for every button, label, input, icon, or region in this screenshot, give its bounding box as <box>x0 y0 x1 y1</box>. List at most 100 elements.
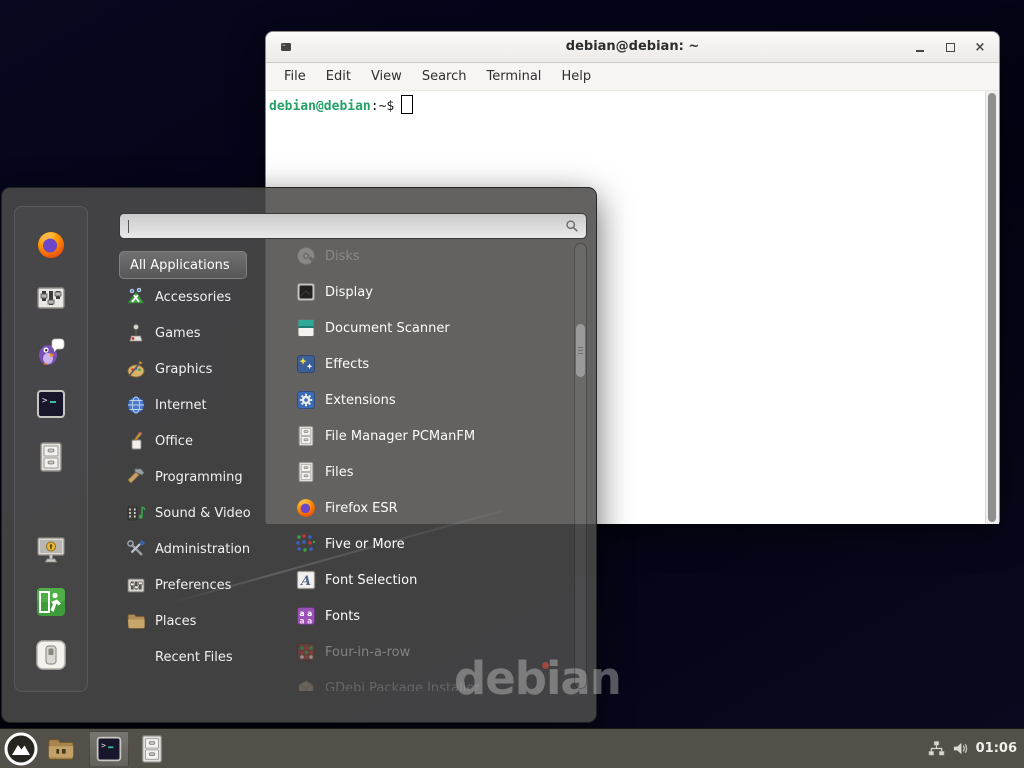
office-icon <box>126 431 146 451</box>
application-list-viewport: Disks Display Document Scanner Effects Exten… <box>282 241 575 691</box>
taskbar-files-button[interactable] <box>135 732 169 766</box>
search-icon <box>565 219 579 233</box>
settings-sliders-icon <box>35 282 67 314</box>
close-button[interactable]: × <box>973 40 987 54</box>
terminal-app-icon: > <box>95 735 123 763</box>
tray-icons <box>928 740 969 757</box>
menubar-item-view[interactable]: View <box>361 69 412 84</box>
lock-screen-icon <box>35 533 67 565</box>
menu-scrollbar-thumb[interactable] <box>576 324 585 377</box>
terminal-cursor <box>401 95 413 114</box>
category-programming[interactable]: Programming <box>119 459 283 495</box>
menubar-item-file[interactable]: File <box>274 69 316 84</box>
category-label: Programming <box>155 470 243 485</box>
category-places[interactable]: Places <box>119 603 283 639</box>
menubar-item-help[interactable]: Help <box>551 69 601 84</box>
app-four-in-a-row[interactable]: Four-in-a-row <box>282 634 575 670</box>
app-gdebi-package-installer[interactable]: GDebi Package Installer <box>282 670 575 691</box>
app-label: Four-in-a-row <box>325 645 410 660</box>
tray-volume-icon[interactable] <box>952 740 969 757</box>
category-sound-video[interactable]: Sound & Video <box>119 495 283 531</box>
four-in-a-row-icon <box>295 641 317 663</box>
graphics-icon <box>126 359 146 379</box>
scrollbar-grip <box>578 347 583 355</box>
category-preferences[interactable]: Preferences <box>119 567 283 603</box>
app-label: Files <box>325 465 354 480</box>
app-document-scanner[interactable]: Document Scanner <box>282 310 575 346</box>
menubar-item-search[interactable]: Search <box>412 69 477 84</box>
favorite-pidgin[interactable] <box>35 335 67 367</box>
app-fonts[interactable]: a aa aFonts <box>282 598 575 634</box>
favorite-shutdown[interactable] <box>35 639 67 671</box>
accessories-icon <box>126 287 146 307</box>
maximize-icon <box>946 43 955 52</box>
category-administration[interactable]: Administration <box>119 531 283 567</box>
five-or-more-icon <box>295 533 317 555</box>
disks-icon <box>295 245 317 267</box>
programming-icon <box>126 467 146 487</box>
gdebi-icon <box>295 677 317 691</box>
category-recent-files[interactable]: Recent Files <box>119 639 283 675</box>
favorite-terminal[interactable]: > <box>35 388 67 420</box>
category-label: Internet <box>155 398 207 413</box>
app-extensions[interactable]: Extensions <box>282 382 575 418</box>
category-label: Places <box>155 614 196 629</box>
document-scanner-icon <box>295 317 317 339</box>
app-label: Effects <box>325 357 369 372</box>
category-games[interactable]: Games <box>119 315 283 351</box>
taskbar-file-manager-button[interactable] <box>44 732 78 766</box>
taskbar-clock[interactable]: 01:06 <box>976 741 1017 756</box>
taskbar-terminal-button[interactable]: > <box>89 731 129 767</box>
taskbar-menu-button[interactable] <box>4 732 38 766</box>
category-accessories[interactable]: Accessories <box>119 279 283 315</box>
favorite-lock-screen[interactable] <box>35 533 67 565</box>
terminal-scrollbar[interactable] <box>985 91 999 524</box>
taskbar: > 01:06 <box>0 728 1024 768</box>
app-file-manager-pcmanfm[interactable]: File Manager PCManFM <box>282 418 575 454</box>
category-label: Sound & Video <box>155 506 251 521</box>
window-controls: × <box>913 32 987 62</box>
extensions-icon <box>295 389 317 411</box>
all-applications-label: All Applications <box>130 258 230 273</box>
display-icon <box>295 281 317 303</box>
menubar-item-edit[interactable]: Edit <box>316 69 361 84</box>
app-files[interactable]: Files <box>282 454 575 490</box>
category-label: Office <box>155 434 193 449</box>
terminal-scrollbar-thumb[interactable] <box>988 93 996 522</box>
terminal-app-icon: > <box>35 388 67 420</box>
app-effects[interactable]: Effects <box>282 346 575 382</box>
application-menu: debian > All Applications AccessoriesGam… <box>1 187 597 723</box>
category-label: Administration <box>155 542 250 557</box>
menu-scrollbar[interactable] <box>574 243 587 689</box>
menubar-item-terminal[interactable]: Terminal <box>476 69 551 84</box>
search-input[interactable] <box>128 216 558 236</box>
administration-icon <box>126 539 146 559</box>
favorite-log-out[interactable] <box>35 586 67 618</box>
terminal-titlebar[interactable]: debian@debian: ~ × <box>266 32 999 63</box>
search-box[interactable] <box>119 213 587 239</box>
minimize-button[interactable] <box>913 40 927 54</box>
terminal-menubar: FileEditViewSearchTerminalHelp <box>266 63 999 91</box>
all-applications-button[interactable]: All Applications <box>119 251 247 279</box>
app-display[interactable]: Display <box>282 274 575 310</box>
maximize-button[interactable] <box>943 40 957 54</box>
effects-icon <box>295 353 317 375</box>
app-font-selection[interactable]: AFont Selection <box>282 562 575 598</box>
svg-text:a a: a a <box>300 617 313 626</box>
category-label: Preferences <box>155 578 231 593</box>
app-firefox-esr[interactable]: Firefox ESR <box>282 490 575 526</box>
favorite-file-manager[interactable] <box>35 441 67 473</box>
terminal-title: debian@debian: ~ <box>266 39 999 54</box>
favorite-settings[interactable] <box>35 282 67 314</box>
app-label: Disks <box>325 249 360 264</box>
app-label: Display <box>325 285 373 300</box>
category-graphics[interactable]: Graphics <box>119 351 283 387</box>
category-office[interactable]: Office <box>119 423 283 459</box>
category-internet[interactable]: Internet <box>119 387 283 423</box>
tray-network-icon[interactable] <box>928 740 945 757</box>
favorite-firefox[interactable] <box>35 229 67 261</box>
app-five-or-more[interactable]: Five or More <box>282 526 575 562</box>
preferences-icon <box>126 575 146 595</box>
category-label: Accessories <box>155 290 231 305</box>
app-disks[interactable]: Disks <box>282 241 575 274</box>
